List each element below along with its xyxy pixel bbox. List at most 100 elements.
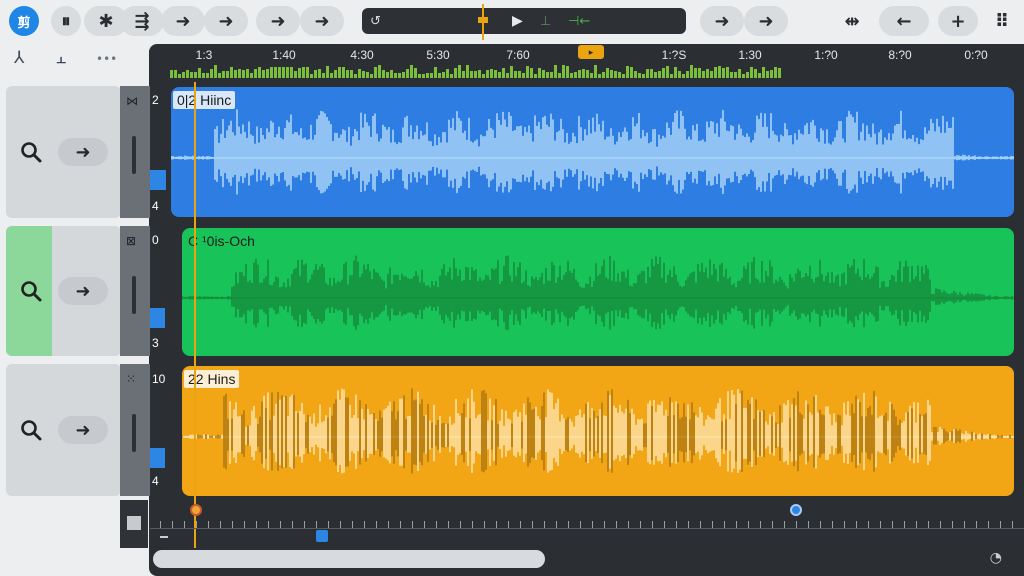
timeline-tick — [760, 521, 761, 528]
overview-bar — [450, 74, 453, 78]
overview-bar — [746, 72, 749, 78]
transport-playhead-handle[interactable] — [478, 17, 488, 23]
search-icon[interactable] — [16, 276, 46, 306]
waveform — [182, 388, 1014, 474]
overview-bar — [762, 67, 765, 78]
scroll-thumb[interactable] — [153, 550, 545, 568]
overview-bar — [534, 74, 537, 78]
overview-bar — [674, 67, 677, 78]
horizontal-scrollbar[interactable]: ◔ — [150, 530, 1024, 576]
track-3-number: 10 — [152, 372, 166, 386]
playhead-flag[interactable]: ▸ — [578, 45, 604, 59]
timeline-tick — [328, 521, 329, 528]
track-header-1[interactable]: ➜ — [6, 86, 121, 218]
more-tools-icon[interactable]: ••• — [96, 52, 117, 66]
nav-forward-button-6[interactable]: ➜ — [744, 6, 788, 36]
overview-bar — [722, 68, 725, 78]
add-button[interactable]: + — [938, 6, 978, 36]
volume-fader[interactable] — [132, 136, 136, 174]
overview-bar — [702, 71, 705, 78]
volume-fader[interactable] — [132, 414, 136, 452]
overview-bar — [666, 66, 669, 78]
overview-bar — [406, 69, 409, 78]
timeline-tick — [856, 521, 857, 528]
overview-bar — [594, 65, 597, 78]
timeline-tick — [520, 521, 521, 528]
track-header-2[interactable]: ➜ — [6, 226, 121, 356]
nav-forward-button-3[interactable]: ➜ — [256, 6, 300, 36]
overview-bar — [334, 70, 337, 78]
overview-bar — [758, 73, 761, 78]
ruler-label: 1:?S — [661, 48, 687, 62]
timeline-tick — [604, 521, 605, 528]
timeline-tick — [172, 521, 173, 528]
overview-bar — [278, 67, 281, 78]
overview-bar — [458, 65, 461, 78]
overview-bar — [298, 68, 301, 78]
audio-clip-3[interactable]: 22 Hins — [182, 366, 1014, 496]
audio-clip-2[interactable]: C ¹0is-Och — [182, 228, 1014, 356]
nav-forward-button-1[interactable]: ➜ — [161, 6, 205, 36]
overview-bar — [698, 68, 701, 78]
timeline-tick — [376, 521, 377, 528]
nav-forward-button-4[interactable]: ➜ — [300, 6, 344, 36]
overview-bar — [530, 68, 533, 78]
timeline-tick — [700, 521, 701, 528]
cut-tool-icon[interactable]: ⅄ — [14, 48, 24, 68]
overview-bar — [778, 68, 781, 78]
timeline-tick — [364, 521, 365, 528]
overview-bar — [670, 74, 673, 78]
overview-bar — [178, 74, 181, 78]
track-header-3[interactable]: ➜ — [6, 364, 121, 496]
end-icon[interactable]: ◔ — [990, 550, 1002, 566]
nav-forward-button-2[interactable]: ➜ — [204, 6, 248, 36]
overview-bar — [358, 69, 361, 78]
playhead-line[interactable] — [194, 82, 196, 548]
overview-bar — [438, 73, 441, 78]
merge-tool-icon[interactable]: ⫠ — [56, 48, 66, 68]
overview-bar — [770, 70, 773, 78]
overview-bar — [714, 67, 717, 78]
track-2-number-bottom: 3 — [152, 336, 159, 350]
track-3-type-icon: ⁙ — [126, 372, 137, 386]
overview-bar — [242, 70, 245, 78]
play-icon[interactable]: ▶ — [512, 12, 523, 30]
nav-forward-button-5[interactable]: ➜ — [700, 6, 744, 36]
transport-bar[interactable]: ↺ ▶ ⊥ ⊣← — [362, 4, 686, 40]
loop-icon[interactable]: ↺ — [370, 12, 381, 30]
timeline-tick — [316, 521, 317, 528]
overview-bar — [402, 72, 405, 78]
timeline-ruler[interactable]: 1:3 1:40 4:30 5:30 7:60 1:?S 1:30 1:?0 8… — [150, 44, 1024, 80]
nudge-left-button[interactable]: ← — [879, 6, 929, 36]
search-icon[interactable] — [16, 415, 46, 445]
timeline-tick — [448, 521, 449, 528]
pause-button[interactable]: ⏸ — [51, 6, 81, 36]
stop-square-icon[interactable] — [127, 516, 141, 530]
timeline-tick — [220, 521, 221, 528]
timeline-tick — [400, 521, 401, 528]
arrow-right-icon[interactable]: ➜ — [58, 138, 108, 166]
marker-icon[interactable]: ⊥ — [540, 12, 551, 30]
zoom-handle[interactable] — [316, 530, 328, 542]
bottom-timeline[interactable] — [150, 498, 1024, 530]
audio-clip-1[interactable]: 0|2 Hiinc — [171, 87, 1014, 217]
overview-bar — [442, 72, 445, 78]
grid-menu-icon[interactable]: ⠿ — [987, 6, 1017, 36]
arrow-right-icon[interactable]: ➜ — [58, 416, 108, 444]
minus-indicator — [160, 536, 168, 538]
track-2-number: 0 — [152, 233, 159, 247]
arrow-right-icon[interactable]: ➜ — [58, 277, 108, 305]
overview-bar — [710, 71, 713, 78]
ruler-label: 4:30 — [350, 48, 374, 62]
end-marker[interactable] — [790, 504, 802, 516]
timeline-tick — [268, 521, 269, 528]
start-marker[interactable] — [190, 504, 202, 516]
overview-bar — [290, 67, 293, 78]
volume-fader[interactable] — [132, 276, 136, 314]
search-icon[interactable] — [16, 137, 46, 167]
zoom-fit-icon[interactable]: ⇹ — [837, 6, 867, 36]
overview-bar — [630, 67, 633, 78]
app-icon[interactable]: 剪 — [9, 6, 39, 36]
split-button[interactable]: ⇶ — [120, 6, 164, 36]
rewind-marker-icon[interactable]: ⊣← — [568, 12, 590, 30]
